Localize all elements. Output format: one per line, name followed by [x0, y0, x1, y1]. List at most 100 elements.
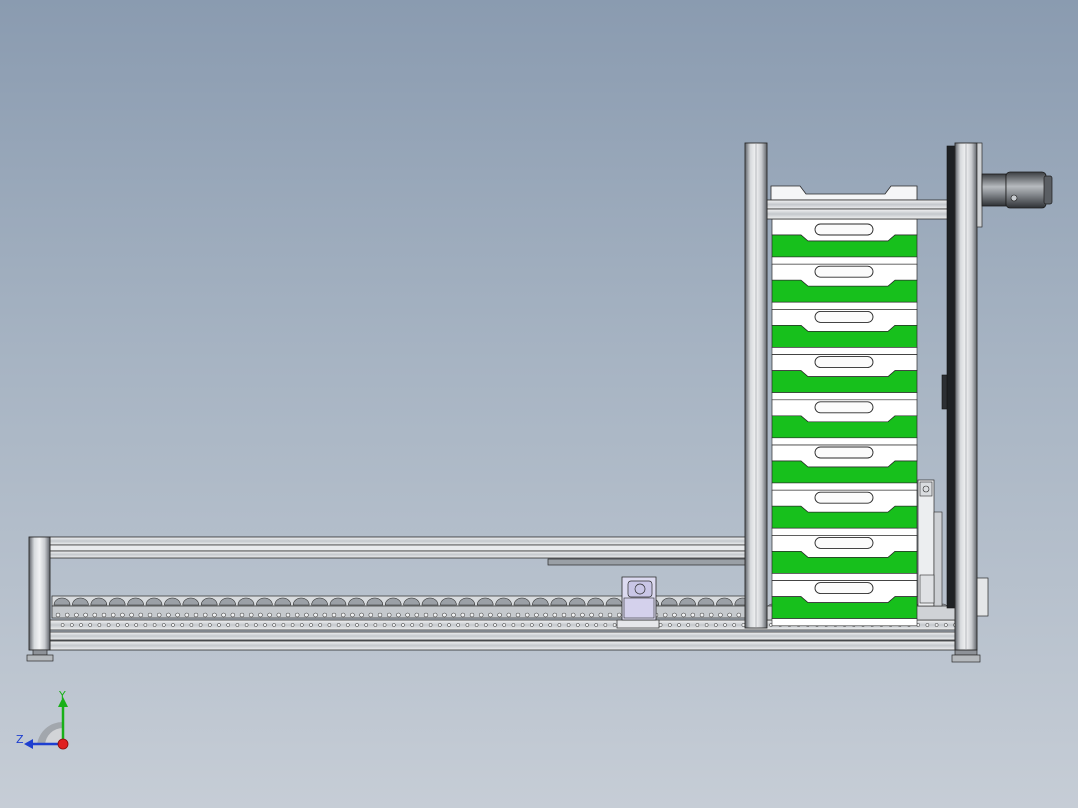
- rail-bolt: [368, 612, 374, 618]
- rail-bolt: [171, 623, 175, 627]
- rail-bolt: [488, 612, 493, 618]
- rail-bolt: [616, 612, 622, 618]
- rail-bolt: [212, 612, 217, 618]
- tray: [771, 444, 918, 491]
- rail-bolt: [589, 612, 594, 618]
- rail-bolt: [299, 623, 304, 627]
- rail-bolt: [607, 612, 613, 618]
- graphics-viewport[interactable]: Y Z: [0, 0, 1078, 808]
- coordinate-triad[interactable]: Y Z: [16, 689, 69, 750]
- tray-handle: [814, 446, 874, 459]
- rail-bolt: [152, 623, 157, 627]
- rail-bolt: [410, 623, 415, 627]
- rail-bolt: [405, 612, 410, 618]
- tray: [771, 535, 918, 581]
- rail-bolt: [414, 612, 420, 618]
- rail-bolt: [483, 623, 488, 627]
- tray: [771, 489, 918, 536]
- rail-bolt: [704, 623, 709, 627]
- rail-bolt: [465, 623, 470, 627]
- rail-bolt: [603, 623, 608, 627]
- rail-bolt: [373, 623, 378, 627]
- rail-bolt: [437, 623, 442, 627]
- rail-bolt: [580, 612, 585, 618]
- rail-bolt: [180, 623, 185, 627]
- rail-bolt: [239, 612, 245, 618]
- rail-bolt: [221, 612, 226, 618]
- rail-bolt: [474, 623, 479, 627]
- rail-bolt: [539, 623, 543, 627]
- rail-bolt: [552, 612, 558, 618]
- rail-bolt: [217, 623, 221, 627]
- rail-bolt: [193, 612, 199, 618]
- rail-bolt: [515, 612, 521, 618]
- tray: [771, 354, 918, 401]
- y-axis-label: Y: [58, 689, 66, 702]
- rail-bolt: [258, 612, 263, 618]
- rail-bolt: [263, 623, 267, 627]
- cad-model[interactable]: Y Z: [0, 0, 1078, 808]
- rail-bolt: [428, 623, 433, 627]
- tray-lid: [770, 185, 918, 201]
- rail-bolt: [355, 623, 359, 627]
- rail-bolt: [110, 612, 116, 618]
- rail-bolt: [585, 623, 589, 627]
- rail-bolt: [695, 623, 700, 627]
- rail-bolt: [97, 623, 102, 627]
- rail-bolt: [64, 612, 70, 618]
- rail-bolt: [248, 612, 254, 618]
- rail-bolt: [138, 612, 144, 618]
- rail-bolt: [115, 623, 120, 627]
- tray-handle: [814, 223, 874, 236]
- rail-bolt: [184, 612, 190, 618]
- rail-bolt: [736, 612, 742, 618]
- tray: [771, 399, 918, 446]
- rail-bolt: [364, 623, 369, 627]
- rail-bolt: [83, 612, 88, 618]
- tray-handle: [814, 310, 874, 323]
- rail-bolt: [543, 612, 548, 618]
- rail-bolt: [60, 623, 65, 627]
- rail-bolt: [350, 612, 355, 618]
- rail-bolt: [226, 623, 231, 627]
- rail-bolt: [294, 612, 300, 618]
- rail-bolt: [230, 612, 236, 618]
- rail-bolt: [88, 623, 93, 627]
- rail-bolt: [460, 612, 466, 618]
- rail-bolt: [327, 623, 332, 627]
- left-post: [26, 536, 54, 662]
- rail-bolt: [686, 623, 691, 627]
- rail-bolt: [272, 623, 277, 627]
- rail-bolt: [253, 623, 258, 627]
- tray-handle: [814, 491, 874, 504]
- rail-bolt: [690, 612, 696, 618]
- x-axis-dot: [57, 738, 69, 750]
- rail-bolt: [129, 612, 134, 618]
- tray-handle: [814, 582, 874, 595]
- rail-bolt: [244, 623, 249, 627]
- rail-bolt: [451, 612, 456, 618]
- rail-bolt: [732, 623, 737, 627]
- rail-bolt: [322, 612, 328, 618]
- rail-bolt: [134, 623, 139, 627]
- rail-bolt: [281, 623, 286, 627]
- rail-bolt: [713, 623, 718, 627]
- rail-bolt: [502, 623, 507, 627]
- rail-bolt: [143, 623, 148, 627]
- lift-guide: [917, 374, 951, 607]
- rail-bolt: [741, 623, 746, 627]
- rail-bolt: [202, 612, 208, 618]
- rail-bolt: [386, 612, 392, 618]
- rail-bolt: [55, 612, 61, 618]
- rail-bolt: [156, 612, 162, 618]
- z-axis-label: Z: [16, 733, 24, 746]
- rail-bolt: [497, 612, 502, 618]
- drive-motor: [976, 142, 1053, 228]
- rail-bolt: [677, 623, 681, 627]
- rail-bolt: [575, 623, 580, 627]
- rail-bolt: [506, 612, 512, 618]
- rail-bolt: [419, 623, 424, 627]
- rail-bolt: [331, 612, 337, 618]
- rail-bolt: [570, 612, 576, 618]
- rail-bolt: [391, 623, 396, 627]
